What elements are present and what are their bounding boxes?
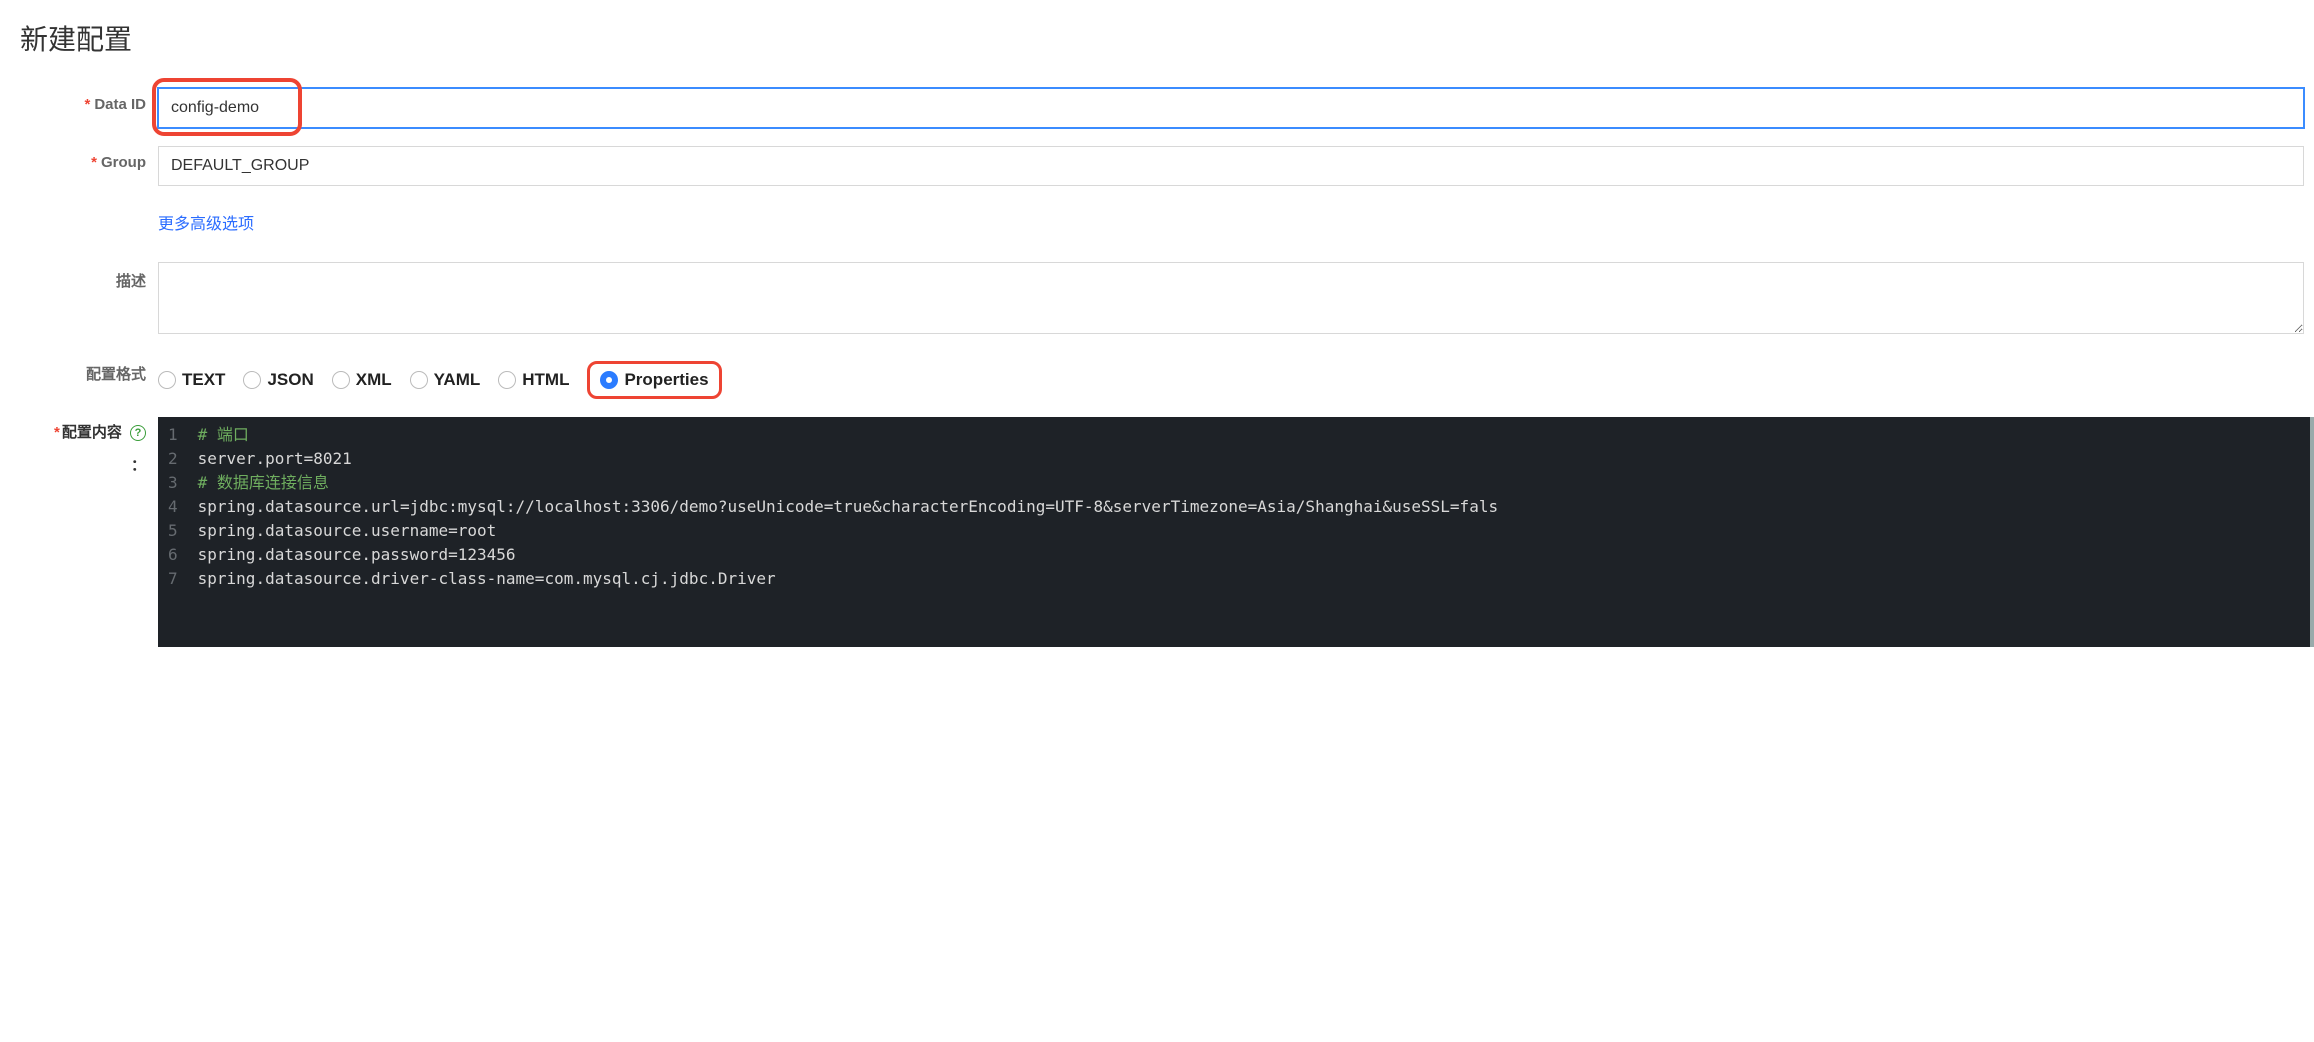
editor-lines: # 端口server.port=8021# 数据库连接信息spring.data…	[192, 417, 1498, 647]
radio-label-text: XML	[356, 370, 392, 390]
data-id-input[interactable]	[158, 88, 2304, 128]
radio-json[interactable]: JSON	[243, 370, 313, 390]
group-input[interactable]	[158, 146, 2304, 186]
code-line: spring.datasource.url=jdbc:mysql://local…	[198, 495, 1498, 519]
code-line: spring.datasource.driver-class-name=com.…	[198, 567, 1498, 591]
radio-label-text: TEXT	[182, 370, 225, 390]
config-content-editor[interactable]: 1234567 # 端口server.port=8021# 数据库连接信息spr…	[158, 417, 2314, 647]
code-line: server.port=8021	[198, 447, 1498, 471]
code-line: spring.datasource.username=root	[198, 519, 1498, 543]
required-mark: *	[84, 96, 90, 113]
radio-label-text: JSON	[267, 370, 313, 390]
label-group-text: Group	[101, 154, 146, 171]
help-icon[interactable]: ?	[130, 425, 146, 441]
description-textarea[interactable]	[158, 262, 2304, 334]
label-description: 描述	[0, 262, 158, 291]
row-content: *配置内容 ? ： 1234567 # 端口server.port=8021# …	[0, 417, 2314, 647]
radio-circle-icon	[410, 371, 428, 389]
radio-circle-icon	[243, 371, 261, 389]
row-group: *Group	[0, 146, 2314, 186]
radio-xml[interactable]: XML	[332, 370, 392, 390]
radio-circle-icon	[600, 371, 618, 389]
row-description: 描述	[0, 262, 2314, 337]
label-format: 配置格式	[0, 355, 158, 384]
radio-label-text: HTML	[522, 370, 569, 390]
row-format: 配置格式 TEXT JSON XML YAML HTML Properties	[0, 355, 2314, 399]
row-data-id-real: *Data ID	[0, 88, 2314, 128]
row-advanced: 更多高级选项	[0, 204, 2314, 244]
radio-label-text: YAML	[434, 370, 481, 390]
label-data-id: *Data ID	[0, 88, 158, 113]
editor-gutter: 1234567	[158, 417, 192, 647]
radio-circle-icon	[332, 371, 350, 389]
label-description-text: 描述	[116, 273, 146, 290]
highlight-format: Properties	[587, 361, 721, 399]
code-line: # 数据库连接信息	[198, 471, 1498, 495]
format-radio-group: TEXT JSON XML YAML HTML Properties	[158, 355, 2304, 399]
label-data-id-text: Data ID	[94, 96, 146, 113]
advanced-options-link[interactable]: 更多高级选项	[158, 204, 254, 244]
label-format-text: 配置格式	[86, 366, 146, 383]
label-content-colon: ：	[0, 454, 146, 475]
label-content-text: 配置内容	[62, 424, 122, 441]
radio-html[interactable]: HTML	[498, 370, 569, 390]
page-title: 新建配置	[0, 0, 2314, 88]
label-content: *配置内容 ?	[0, 421, 146, 442]
required-mark: *	[91, 154, 97, 171]
code-line: # 端口	[198, 423, 1498, 447]
radio-circle-icon	[158, 371, 176, 389]
radio-yaml[interactable]: YAML	[410, 370, 481, 390]
required-mark: *	[54, 424, 60, 441]
radio-label-text: Properties	[624, 370, 708, 390]
radio-circle-icon	[498, 371, 516, 389]
label-group: *Group	[0, 146, 158, 171]
code-line: spring.datasource.password=123456	[198, 543, 1498, 567]
radio-text[interactable]: TEXT	[158, 370, 225, 390]
radio-properties[interactable]: Properties	[600, 370, 708, 390]
